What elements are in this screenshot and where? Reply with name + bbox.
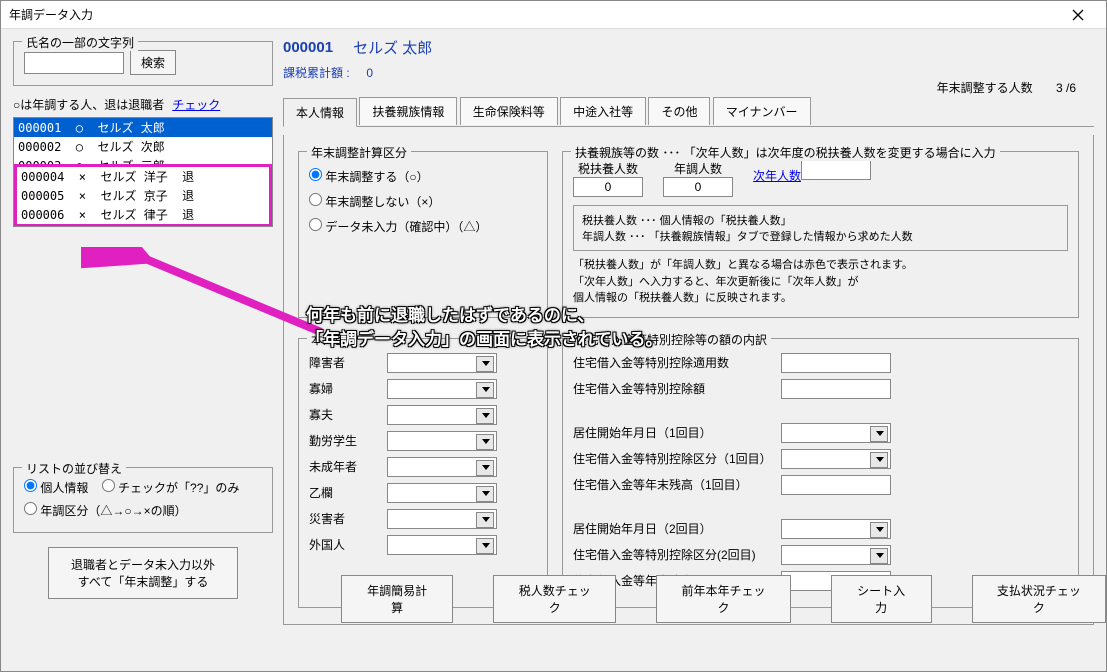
tab-panel-honnin: 年末調整計算区分 年末調整する（○） 年末調整しない（×） データ未入力（確認中… bbox=[283, 135, 1094, 625]
search-button[interactable]: 検索 bbox=[130, 50, 176, 75]
lbl-kafu1: 寡婦 bbox=[309, 380, 379, 397]
highlight-box: 000004 × セルズ 洋子 退 000005 × セルズ 京子 退 0000… bbox=[14, 164, 272, 227]
btn-prev-curr-check[interactable]: 前年本年チェック bbox=[656, 575, 790, 623]
lbl-h7: 住宅借入金等特別控除区分(2回目) bbox=[573, 546, 773, 563]
dd-h6[interactable] bbox=[781, 519, 891, 539]
lbl-foreign: 外国人 bbox=[309, 536, 379, 553]
dd-kafu2[interactable] bbox=[387, 405, 497, 425]
calc-opt-skip[interactable]: 年末調整しない（×） bbox=[309, 193, 537, 210]
tab-hoken[interactable]: 生命保険料等 bbox=[460, 97, 558, 125]
tabs: 本人情報 扶養親族情報 生命保険料等 中途入社等 その他 マイナンバー bbox=[283, 97, 1094, 127]
lbl-h2: 住宅借入金等特別控除額 bbox=[573, 380, 773, 397]
titlebar: 年調データ入力 bbox=[1, 1, 1106, 29]
employee-name: セルズ 太郎 bbox=[353, 37, 432, 58]
tab-chuto[interactable]: 中途入社等 bbox=[560, 97, 646, 125]
list-item[interactable]: 000004 × セルズ 洋子 退 bbox=[17, 167, 269, 186]
in-h2[interactable] bbox=[781, 379, 891, 399]
dd-kinro[interactable] bbox=[387, 431, 497, 451]
dd-h7[interactable] bbox=[781, 545, 891, 565]
btn-pay-status-check[interactable]: 支払状況チェック bbox=[972, 575, 1106, 623]
lbl-saigai: 災害者 bbox=[309, 510, 379, 527]
lbl-shogai: 障害者 bbox=[309, 354, 379, 371]
btn-simple-calc[interactable]: 年調簡易計算 bbox=[341, 575, 453, 623]
in-h1[interactable] bbox=[781, 353, 891, 373]
calc-opt-pending[interactable]: データ未入力（確認中）（△） bbox=[309, 218, 537, 235]
btn-tax-count-check[interactable]: 税人数チェック bbox=[493, 575, 616, 623]
list-item[interactable]: 000005 × セルズ 京子 退 bbox=[17, 186, 269, 205]
tab-honnin[interactable]: 本人情報 bbox=[283, 98, 357, 127]
bulk-adjust-button[interactable]: 退職者とデータ未入力以外 すべて「年末調整」する bbox=[48, 547, 238, 599]
dd-otsu[interactable] bbox=[387, 483, 497, 503]
count-label: 年末調整する人数 bbox=[937, 81, 1033, 95]
house-legend: 住宅借入金等特別控除等の額の内訳 bbox=[571, 331, 771, 348]
dep-legend: 扶養親族等の数 ･･･ 「次年人数」は次年度の税扶養人数を変更する場合に入力 bbox=[571, 144, 1000, 161]
calc-legend: 年末調整計算区分 bbox=[307, 144, 411, 161]
dd-kafu1[interactable] bbox=[387, 379, 497, 399]
lbl-h5: 住宅借入金等年末残高（1回目） bbox=[573, 476, 773, 493]
next-year-link[interactable]: 次年人数 bbox=[753, 169, 801, 183]
lbl-minor: 未成年者 bbox=[309, 458, 379, 475]
tax-label: 課税累計額 : bbox=[283, 66, 350, 80]
tab-mynumber[interactable]: マイナンバー bbox=[713, 97, 811, 125]
dd-foreign[interactable] bbox=[387, 535, 497, 555]
dd-h3[interactable] bbox=[781, 423, 891, 443]
dependents-fieldset: 扶養親族等の数 ･･･ 「次年人数」は次年度の税扶養人数を変更する場合に入力 税… bbox=[562, 151, 1079, 318]
dd-shogai[interactable] bbox=[387, 353, 497, 373]
adj-dep-count[interactable]: 0 bbox=[663, 177, 733, 197]
dd-saigai[interactable] bbox=[387, 509, 497, 529]
lbl-kafu2: 寡夫 bbox=[309, 406, 379, 423]
dep-col1-label: 税扶養人数 bbox=[573, 160, 643, 177]
in-h5[interactable] bbox=[781, 475, 891, 495]
tax-value: 0 bbox=[366, 66, 373, 80]
list-item[interactable]: 000001 ○ セルズ 太郎 bbox=[14, 118, 272, 137]
house-fieldset: 住宅借入金等特別控除等の額の内訳 住宅借入金等特別控除適用数 住宅借入金等特別控… bbox=[562, 338, 1079, 608]
person-legend: 本人区分 bbox=[307, 331, 363, 348]
sort-legend: リストの並び替え bbox=[22, 460, 126, 477]
dep-notes: 「税扶養人数」が「年調人数」と異なる場合は赤色で表示されます。 「次年人数」へ入… bbox=[573, 257, 1068, 307]
dep-explain-box: 税扶養人数 ･･･ 個人情報の「税扶養人数」 年調人数 ･･･ 「扶養親族情報」… bbox=[573, 205, 1068, 251]
sort-fieldset: リストの並び替え 個人情報 チェックが「??」のみ 年調区分（△→○→×の順） bbox=[13, 467, 273, 533]
lbl-h4: 住宅借入金等特別控除区分（1回目） bbox=[573, 450, 773, 467]
dep-col2-label: 年調人数 bbox=[663, 160, 733, 177]
next-year-count[interactable] bbox=[801, 160, 871, 180]
lbl-h3: 居住開始年月日（1回目） bbox=[573, 424, 773, 441]
search-legend: 氏名の一部の文字列 bbox=[22, 34, 138, 51]
sort-opt-personal[interactable]: 個人情報 bbox=[24, 479, 88, 496]
tab-other[interactable]: その他 bbox=[648, 97, 710, 125]
count-area: 年末調整する人数 3 /6 bbox=[937, 79, 1076, 96]
dd-h4[interactable] bbox=[781, 449, 891, 469]
list-item[interactable]: 000006 × セルズ 律子 退 bbox=[17, 205, 269, 224]
lbl-otsu: 乙欄 bbox=[309, 484, 379, 501]
employee-id: 000001 bbox=[283, 39, 333, 56]
dep-exp2: 年調人数 ･･･ 「扶養親族情報」タブで登録した情報から求めた人数 bbox=[582, 228, 1059, 244]
sort-opt-kubun[interactable]: 年調区分（△→○→×の順） bbox=[24, 502, 187, 519]
calc-opt-do[interactable]: 年末調整する（○） bbox=[309, 168, 537, 185]
search-input[interactable] bbox=[24, 52, 124, 74]
list-header-text: ○は年調する人、退は退職者 bbox=[13, 96, 164, 113]
tax-dep-count[interactable]: 0 bbox=[573, 177, 643, 197]
lbl-h6: 居住開始年月日（2回目） bbox=[573, 520, 773, 537]
person-fieldset: 本人区分 障害者 寡婦 寡夫 勤労学生 未成年者 乙欄 災害者 外国人 bbox=[298, 338, 548, 608]
calc-fieldset: 年末調整計算区分 年末調整する（○） 年末調整しない（×） データ未入力（確認中… bbox=[298, 151, 548, 318]
list-item[interactable]: 000003 ○ セルズ 三郎 bbox=[14, 156, 272, 164]
search-fieldset: 氏名の一部の文字列 検索 bbox=[13, 41, 273, 86]
count-value: 3 /6 bbox=[1056, 81, 1076, 95]
check-link[interactable]: チェック bbox=[172, 96, 220, 113]
list-item[interactable]: 000002 ○ セルズ 次郎 bbox=[14, 137, 272, 156]
tab-fuyo[interactable]: 扶養親族情報 bbox=[359, 97, 457, 125]
sort-opt-check[interactable]: チェックが「??」のみ bbox=[102, 479, 240, 496]
window-title: 年調データ入力 bbox=[9, 6, 1058, 23]
close-icon bbox=[1072, 9, 1084, 21]
employee-list[interactable]: 000001 ○ セルズ 太郎 000002 ○ セルズ 次郎 000003 ○… bbox=[13, 117, 273, 227]
lbl-kinro: 勤労学生 bbox=[309, 432, 379, 449]
list-header: ○は年調する人、退は退職者 チェック bbox=[13, 96, 273, 113]
btn-sheet-input[interactable]: シート入力 bbox=[831, 575, 932, 623]
lbl-h1: 住宅借入金等特別控除適用数 bbox=[573, 354, 773, 371]
close-button[interactable] bbox=[1058, 3, 1098, 27]
dep-exp1: 税扶養人数 ･･･ 個人情報の「税扶養人数」 bbox=[582, 212, 1059, 228]
bottom-buttons: 年調簡易計算 税人数チェック 前年本年チェック シート入力 支払状況チェック bbox=[341, 575, 1106, 623]
dd-minor[interactable] bbox=[387, 457, 497, 477]
header-info: 000001 セルズ 太郎 bbox=[283, 37, 1094, 58]
